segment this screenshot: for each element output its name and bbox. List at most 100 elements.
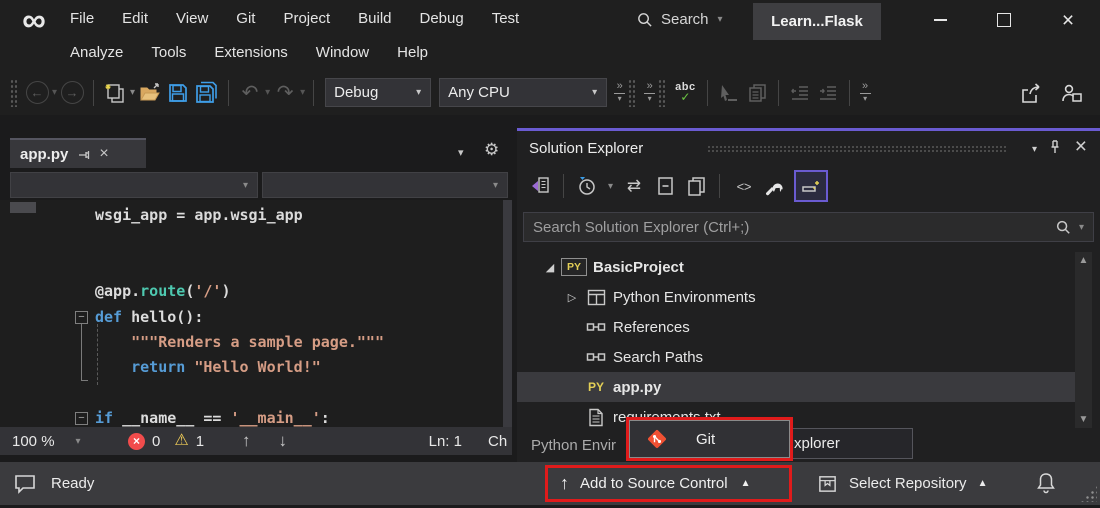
save-button[interactable] xyxy=(166,78,190,108)
collapse-all-icon[interactable] xyxy=(654,173,676,199)
properties-wrench-icon[interactable] xyxy=(763,173,785,199)
preview-selected-items-icon[interactable] xyxy=(685,173,707,199)
code-token xyxy=(95,358,131,376)
search-options-caret[interactable]: ▾ xyxy=(1079,222,1084,233)
window-resize-grip[interactable] xyxy=(1080,485,1097,502)
add-to-source-control-button[interactable]: ↑ Add to Source Control ▲ xyxy=(545,465,792,502)
switch-views-icon[interactable] xyxy=(529,173,551,199)
search-icon[interactable] xyxy=(1055,219,1071,235)
menu-help[interactable]: Help xyxy=(383,37,442,67)
toolbar-grip[interactable] xyxy=(658,79,665,107)
filter-caret[interactable]: ▾ xyxy=(608,181,613,192)
pin-tab-icon[interactable] xyxy=(77,148,90,161)
toolbar-overflow-button[interactable]: » ▾ xyxy=(614,82,625,103)
toolbar-overflow-button[interactable]: » ▾ xyxy=(860,82,871,103)
menu-edit[interactable]: Edit xyxy=(108,3,162,33)
notifications-bell-icon[interactable] xyxy=(1034,471,1058,496)
undo-caret[interactable]: ▾ xyxy=(265,87,270,98)
menu-view[interactable]: View xyxy=(162,3,222,33)
toolbar-overflow-button[interactable]: » ▾ xyxy=(644,82,655,103)
tool-window-tab-python-envir[interactable]: Python Envir xyxy=(517,437,616,454)
toolbar-separator xyxy=(849,80,850,106)
back-history-caret[interactable]: ▾ xyxy=(52,87,57,98)
scroll-up-arrow[interactable]: ▲ xyxy=(1079,252,1089,269)
navigation-member-dropdown[interactable]: ▾ xyxy=(262,172,508,198)
undo-button[interactable]: ↶ xyxy=(238,78,262,108)
redo-button[interactable]: ↷ xyxy=(273,78,297,108)
previous-issue-arrow[interactable]: ↑ xyxy=(242,431,251,451)
menu-project[interactable]: Project xyxy=(269,3,344,33)
increase-indent-button[interactable] xyxy=(816,78,840,108)
check-icon: ✓ xyxy=(680,92,690,103)
close-button[interactable]: × xyxy=(1036,0,1100,40)
new-project-caret[interactable]: ▾ xyxy=(130,87,135,98)
spell-check-button[interactable]: abc ✓ xyxy=(675,82,695,103)
tree-item-requirements-txt[interactable]: requirements.txt xyxy=(517,402,1100,428)
menu-extensions[interactable]: Extensions xyxy=(200,37,301,67)
scroll-down-arrow[interactable]: ▼ xyxy=(1079,411,1089,428)
minimize-button[interactable] xyxy=(908,0,972,40)
pin-panel-icon[interactable] xyxy=(1048,139,1062,155)
next-issue-arrow[interactable]: ↓ xyxy=(279,431,288,451)
feedback-icon[interactable] xyxy=(13,473,37,494)
editor-status-bar: 100 % ▾ × 0 ⚠ 1 ↑ ↓ Ln: 1 Ch xyxy=(0,427,512,455)
open-file-button[interactable] xyxy=(138,78,162,108)
window-position-caret[interactable]: ▾ xyxy=(1032,144,1037,155)
menu-analyze[interactable]: Analyze xyxy=(56,37,137,67)
copy-structure-button[interactable] xyxy=(745,78,769,108)
search-control[interactable]: Search ▾ xyxy=(636,5,724,33)
share-button[interactable] xyxy=(1019,78,1043,108)
solution-configuration-dropdown[interactable]: Debug ▾ xyxy=(325,78,431,107)
menu-file[interactable]: File xyxy=(56,3,108,33)
new-project-button[interactable] xyxy=(103,78,127,108)
tree-item-search-paths[interactable]: Search Paths xyxy=(517,342,1100,372)
search-input[interactable] xyxy=(524,219,1055,236)
document-tab-app-py[interactable]: app.py × xyxy=(10,138,146,168)
error-icon[interactable]: × xyxy=(128,433,145,450)
tree-item-basicproject[interactable]: ◢PYBasicProject xyxy=(517,252,1100,282)
maximize-button[interactable] xyxy=(972,0,1036,40)
show-all-files-icon[interactable] xyxy=(794,170,828,202)
tab-label: Python Envir xyxy=(531,437,616,454)
tree-expander-icon[interactable]: ◢ xyxy=(539,261,561,274)
close-panel-icon[interactable]: × xyxy=(1075,136,1087,157)
redo-caret[interactable]: ▾ xyxy=(300,87,305,98)
editor-options-gear-icon[interactable]: ⚙ xyxy=(484,140,499,160)
run-to-cursor-button[interactable] xyxy=(717,78,741,108)
tree-item-python-environments[interactable]: ▷Python Environments xyxy=(517,282,1100,312)
toolbar-grip[interactable] xyxy=(628,79,635,107)
sync-with-active-document-icon[interactable]: ⇄ xyxy=(623,173,645,199)
zoom-dropdown[interactable]: 100 % ▾ xyxy=(0,433,100,450)
menu-debug[interactable]: Debug xyxy=(406,3,478,33)
menu-tools[interactable]: Tools xyxy=(137,37,200,67)
save-all-button[interactable] xyxy=(194,78,219,108)
view-code-icon[interactable]: < > xyxy=(732,173,754,199)
tree-expander-icon[interactable]: ▷ xyxy=(561,291,583,304)
tree-item-app-py[interactable]: PYapp.py xyxy=(517,372,1082,402)
close-tab-icon[interactable]: × xyxy=(99,145,108,163)
select-repository-button[interactable]: Select Repository ▲ xyxy=(817,462,987,505)
decrease-indent-button[interactable] xyxy=(788,78,812,108)
code-token: @app. xyxy=(95,282,140,300)
editor-scrollbar[interactable] xyxy=(503,200,512,427)
solution-explorer-header[interactable]: Solution Explorer ▾ × xyxy=(517,131,1100,165)
menu-window[interactable]: Window xyxy=(302,37,383,67)
live-share-button[interactable] xyxy=(1059,78,1084,108)
toolbar-grip[interactable] xyxy=(10,79,17,107)
fold-toggle-icon[interactable]: − xyxy=(75,311,88,324)
menu-test[interactable]: Test xyxy=(478,3,534,33)
tree-item-references[interactable]: References xyxy=(517,312,1100,342)
menu-build[interactable]: Build xyxy=(344,3,405,33)
code-area[interactable]: wsgi_app = app.wsgi_app@app.route('/')−d… xyxy=(0,200,512,427)
navigation-type-dropdown[interactable]: ▾ xyxy=(10,172,258,198)
git-menu-item[interactable]: Git xyxy=(629,420,790,458)
menu-git[interactable]: Git xyxy=(222,3,269,33)
navigate-forward-button[interactable]: → xyxy=(60,78,84,108)
solution-platform-dropdown[interactable]: Any CPU ▾ xyxy=(439,78,607,107)
pending-changes-filter-icon[interactable] xyxy=(576,173,598,199)
warning-icon[interactable]: ⚠ xyxy=(174,433,188,449)
navigate-back-button[interactable]: ← xyxy=(25,78,49,108)
document-list-caret[interactable]: ▾ xyxy=(458,146,464,159)
fold-toggle-icon[interactable]: − xyxy=(75,412,88,425)
tree-scrollbar[interactable]: ▲ ▼ xyxy=(1075,252,1092,428)
